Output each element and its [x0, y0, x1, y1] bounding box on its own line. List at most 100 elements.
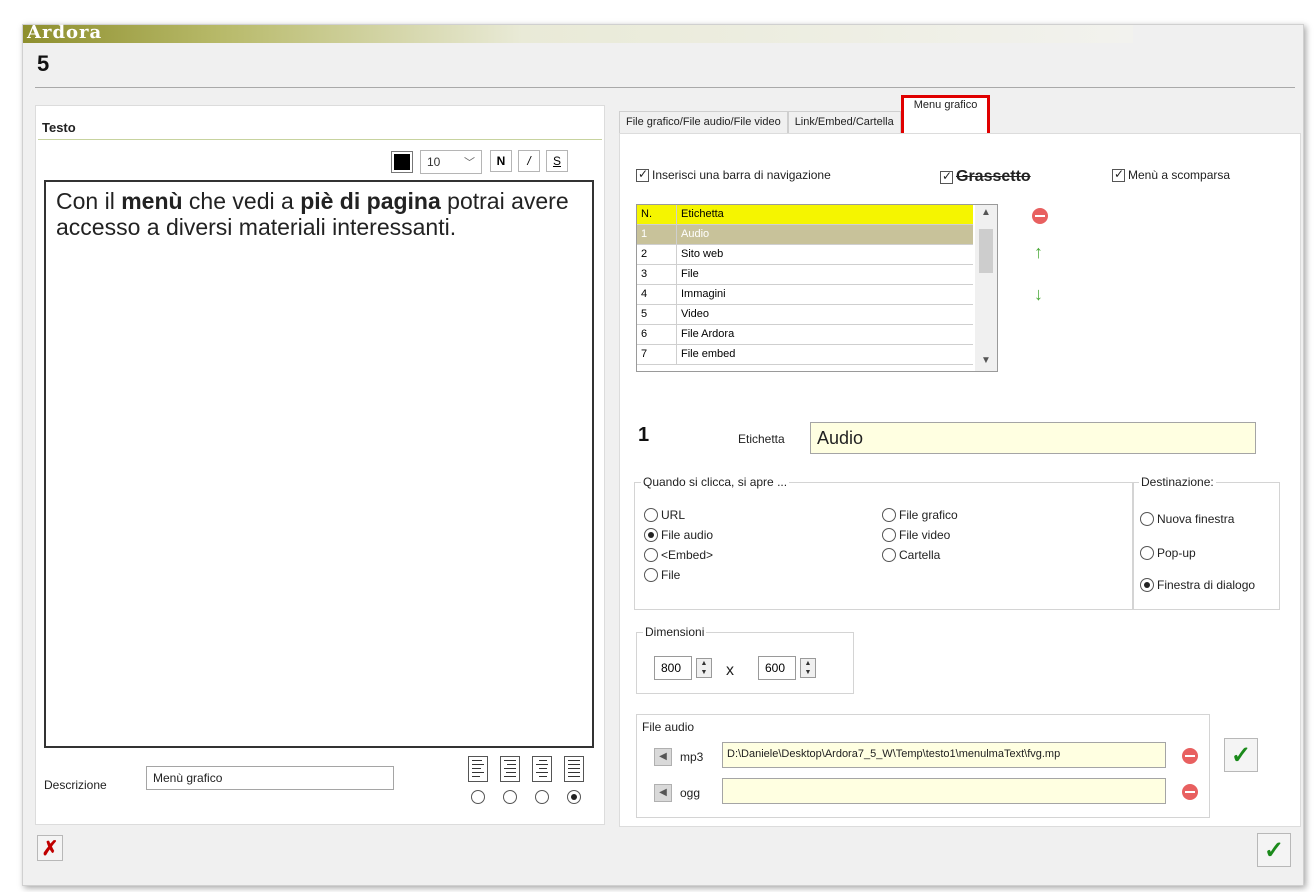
- dimensions-title: Dimensioni: [643, 625, 707, 639]
- font-size-value: 10: [427, 155, 441, 169]
- speaker-icon[interactable]: ◀: [654, 748, 672, 766]
- chevron-up-icon[interactable]: ▲: [981, 207, 991, 218]
- nav-bar-label: Inserisci una barra di navigazione: [652, 168, 831, 182]
- align-left-radio[interactable]: [471, 790, 485, 804]
- opt-file-video[interactable]: File video: [882, 528, 950, 542]
- bold-button[interactable]: N: [490, 150, 512, 172]
- radio-icon: [1140, 512, 1154, 526]
- text-panel-title: Testo: [42, 120, 76, 135]
- times-symbol: x: [726, 662, 734, 679]
- radio-icon: [644, 508, 658, 522]
- align-justify-icon[interactable]: [564, 756, 584, 782]
- align-justify-radio[interactable]: [567, 790, 581, 804]
- align-left-icon[interactable]: [468, 756, 488, 782]
- editor-text-segment: Con il: [56, 188, 122, 214]
- move-up-icon[interactable]: ↑: [1034, 242, 1043, 263]
- speaker-icon[interactable]: ◀: [654, 784, 672, 802]
- mp3-label: mp3: [680, 750, 704, 764]
- grid-row[interactable]: 2 Sito web: [637, 245, 973, 265]
- dest-dialog[interactable]: Finestra di dialogo: [1140, 578, 1255, 592]
- grid-scrollbar[interactable]: ▲ ▼: [975, 205, 997, 371]
- opt-file[interactable]: File: [644, 568, 680, 582]
- opt-file-graphic[interactable]: File grafico: [882, 508, 958, 522]
- app-title: Ardora: [27, 22, 103, 43]
- label-caption: Etichetta: [738, 432, 785, 446]
- opt-folder[interactable]: Cartella: [882, 548, 940, 562]
- page-number: 5: [37, 51, 50, 76]
- chevron-down-icon[interactable]: ▼: [981, 355, 991, 366]
- cancel-button[interactable]: ✗: [37, 835, 63, 861]
- width-input[interactable]: 800: [654, 656, 692, 680]
- grid-header-label: Etichetta: [681, 208, 724, 220]
- align-center-radio[interactable]: [535, 790, 549, 804]
- align-right-radio[interactable]: [503, 790, 517, 804]
- text-panel: Testo 10 ﹀ N / S Con il menù che vedi a …: [35, 105, 605, 825]
- radio-icon: [1140, 578, 1154, 592]
- confirm-button[interactable]: ✓: [1257, 833, 1291, 867]
- radio-icon: [882, 528, 896, 542]
- grid-row[interactable]: 1 Audio: [637, 225, 973, 245]
- menu-settings-panel: Inserisci una barra di navigazione Grass…: [619, 133, 1301, 827]
- text-panel-underline: [38, 139, 602, 140]
- opens-group-title: Quando si clicca, si apre ...: [641, 475, 790, 489]
- text-color-button[interactable]: [391, 151, 413, 173]
- dest-popup[interactable]: Pop-up: [1140, 546, 1196, 560]
- radio-icon: [882, 508, 896, 522]
- ogg-label: ogg: [680, 786, 701, 800]
- scrollbar-thumb[interactable]: [979, 229, 993, 273]
- italic-button[interactable]: /: [518, 150, 540, 172]
- check-icon: ✓: [1263, 836, 1285, 864]
- opt-file-audio[interactable]: File audio: [644, 528, 713, 542]
- app-window: Ardora 5 Testo 10 ﹀ N / S Con il menù ch…: [22, 22, 1304, 886]
- radio-icon: [1140, 546, 1154, 560]
- height-stepper[interactable]: ▲ ▼: [800, 658, 816, 678]
- grid-row[interactable]: 4 Immagini: [637, 285, 973, 305]
- remove-ogg-icon[interactable]: [1182, 784, 1198, 800]
- audio-group-title: File audio: [642, 720, 695, 734]
- grid-header: N. Etichetta: [637, 205, 973, 225]
- opt-url[interactable]: URL: [644, 508, 685, 522]
- header-divider: [35, 87, 1295, 88]
- radio-icon: [644, 528, 658, 542]
- menu-items-grid[interactable]: N. Etichetta 1 Audio 2 Sito web 3 File 4 Imm…: [636, 204, 998, 372]
- editor-text-segment: piè di pagina: [300, 188, 441, 214]
- dropdown-menu-checkbox[interactable]: Menù a scomparsa: [1112, 167, 1230, 182]
- editor-text-segment: menù: [121, 188, 183, 214]
- height-input[interactable]: 600: [758, 656, 796, 680]
- bold-option-label: Grassetto: [956, 168, 1031, 185]
- radio-icon: [644, 548, 658, 562]
- chevron-down-icon: ﹀: [464, 157, 475, 169]
- align-right-icon[interactable]: [500, 756, 520, 782]
- dest-new-window[interactable]: Nuova finestra: [1140, 512, 1234, 526]
- description-input[interactable]: Menù grafico: [146, 766, 394, 790]
- mp3-path-input[interactable]: D:\Daniele\Desktop\Ardora7_5_W\Temp\test…: [722, 742, 1166, 768]
- grid-row[interactable]: 5 Video: [637, 305, 973, 325]
- move-down-icon[interactable]: ↓: [1034, 284, 1043, 305]
- checkbox-icon: [940, 169, 953, 184]
- strikethrough-button[interactable]: S: [546, 150, 568, 172]
- destination-title: Destinazione:: [1139, 475, 1216, 489]
- tab-link-embed[interactable]: Link/Embed/Cartella: [787, 111, 901, 133]
- radio-icon: [644, 568, 658, 582]
- remove-mp3-icon[interactable]: [1182, 748, 1198, 764]
- tab-media-files[interactable]: File grafico/File audio/File video: [619, 111, 788, 133]
- text-editor[interactable]: Con il menù che vedi a piè di pagina pot…: [44, 180, 594, 748]
- description-label: Descrizione: [44, 778, 107, 792]
- ogg-path-input[interactable]: [722, 778, 1166, 804]
- bold-checkbox[interactable]: Grassetto: [940, 168, 1031, 186]
- opens-group: Quando si clicca, si apre ...: [634, 475, 1134, 610]
- width-stepper[interactable]: ▲ ▼: [696, 658, 712, 678]
- font-size-select[interactable]: 10 ﹀: [420, 150, 482, 174]
- check-icon: ✓: [1230, 741, 1252, 769]
- label-input[interactable]: Audio: [810, 422, 1256, 454]
- align-center-icon[interactable]: [532, 756, 552, 782]
- title-bar: Ardora: [23, 22, 1133, 43]
- grid-row[interactable]: 3 File: [637, 265, 973, 285]
- grid-row[interactable]: 6 File Ardora: [637, 325, 973, 345]
- radio-icon: [882, 548, 896, 562]
- confirm-item-button[interactable]: ✓: [1224, 738, 1258, 772]
- remove-item-icon[interactable]: [1032, 208, 1048, 224]
- nav-bar-checkbox[interactable]: Inserisci una barra di navigazione: [636, 167, 831, 182]
- opt-embed[interactable]: <Embed>: [644, 548, 713, 562]
- grid-row[interactable]: 7 File embed: [637, 345, 973, 365]
